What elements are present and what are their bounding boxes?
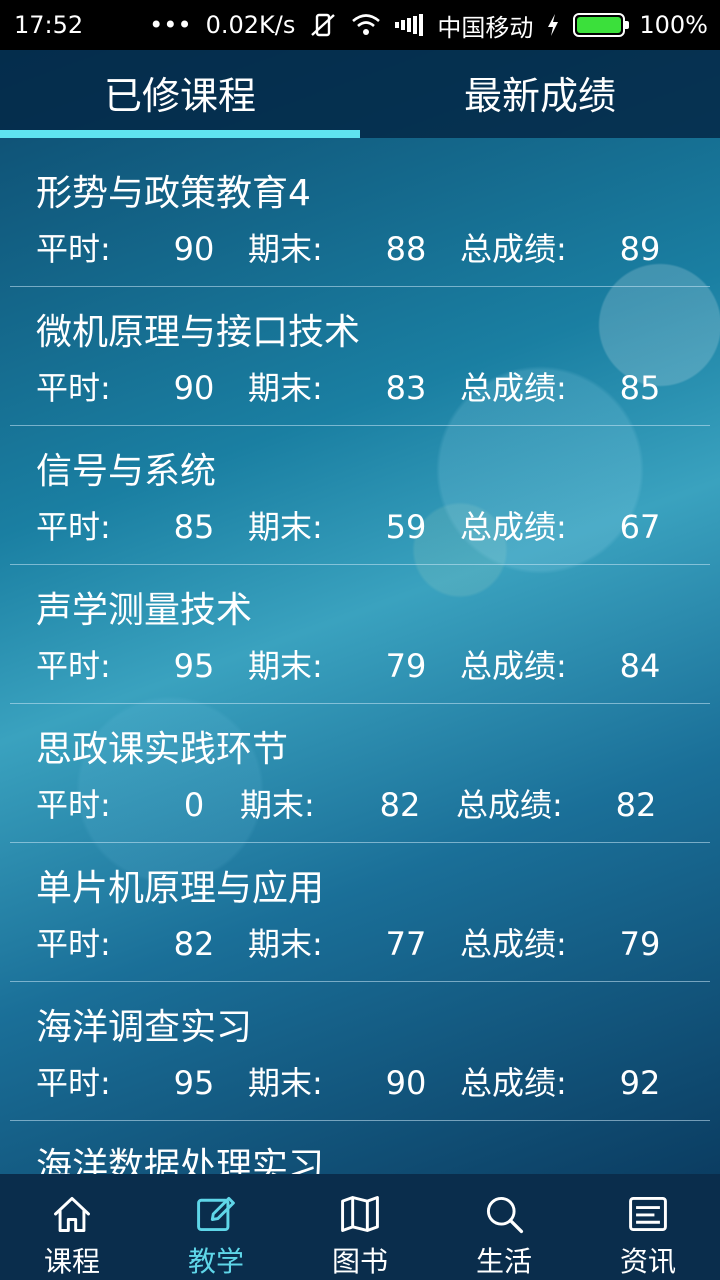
home-icon bbox=[54, 1196, 90, 1232]
usual-score-label: 平时: bbox=[36, 925, 111, 963]
usual-score-label: 平时: bbox=[36, 508, 111, 546]
total-score-value: 84 bbox=[619, 647, 661, 685]
usual-score-label: 平时: bbox=[36, 369, 111, 407]
course-name: 海洋数据处理实习 bbox=[36, 1146, 325, 1174]
total-score-value: 79 bbox=[619, 925, 661, 963]
final-score-label: 期末: bbox=[248, 369, 323, 407]
score-row: 平时: 0 期末: 82 总成绩: 82 bbox=[36, 782, 684, 828]
usual-score-label: 平时: bbox=[36, 647, 111, 685]
usual-score-label: 平时: bbox=[36, 230, 111, 268]
course-name: 形势与政策教育4 bbox=[36, 173, 311, 214]
usual-score-label: 平时: bbox=[36, 786, 111, 824]
nav-label: 资讯 bbox=[619, 1245, 676, 1278]
usual-score-label: 平时: bbox=[36, 1064, 111, 1102]
final-score-value: 79 bbox=[385, 647, 427, 685]
cellular-signal-icon bbox=[395, 14, 424, 36]
final-score-label: 期末: bbox=[248, 508, 323, 546]
course-name: 单片机原理与应用 bbox=[36, 868, 325, 909]
final-score-value: 88 bbox=[385, 230, 427, 268]
usual-score-value: 95 bbox=[173, 647, 215, 685]
final-score-value: 83 bbox=[385, 369, 427, 407]
nav-label: 课程 bbox=[43, 1245, 100, 1278]
total-score-label: 总成绩: bbox=[456, 786, 563, 824]
status-indicators: ••• 0.02K/s 中国移动 100% bbox=[149, 8, 708, 43]
nav-life[interactable]: 生活 bbox=[432, 1174, 576, 1280]
nav-library[interactable]: 图书 bbox=[288, 1174, 432, 1280]
news-icon bbox=[629, 1196, 667, 1232]
score-row: 平时: 90 期末: 88 总成绩: 89 bbox=[36, 226, 684, 272]
course-list[interactable]: 形势与政策教育4 平时: 90 期末: 88 总成绩: 89 微机原理与接口技术… bbox=[0, 148, 720, 1174]
score-row: 平时: 95 期末: 90 总成绩: 92 bbox=[36, 1060, 684, 1106]
nav-courses[interactable]: 课程 bbox=[0, 1174, 144, 1280]
nav-news[interactable]: 资讯 bbox=[576, 1174, 720, 1280]
total-score-label: 总成绩: bbox=[460, 1064, 567, 1102]
nav-label: 教学 bbox=[187, 1245, 244, 1278]
status-bar: 17:52 ••• 0.02K/s 中国移动 100% bbox=[0, 0, 720, 50]
course-name: 思政课实践环节 bbox=[36, 729, 289, 770]
final-score-label: 期末: bbox=[248, 647, 323, 685]
usual-score-value: 82 bbox=[173, 925, 215, 963]
tab-completed-courses[interactable]: 已修课程 bbox=[0, 50, 360, 138]
usual-score-value: 0 bbox=[183, 786, 205, 824]
total-score-value: 92 bbox=[619, 1064, 661, 1102]
list-item[interactable]: 海洋调查实习 平时: 95 期末: 90 总成绩: 92 bbox=[10, 982, 710, 1121]
notification-dots: ••• bbox=[149, 11, 192, 39]
edit-icon bbox=[197, 1196, 235, 1232]
nav-teaching[interactable]: 教学 bbox=[144, 1174, 288, 1280]
carrier-name: 中国移动 bbox=[437, 13, 534, 42]
final-score-label: 期末: bbox=[240, 786, 315, 824]
wifi-icon bbox=[351, 13, 381, 37]
battery-percent: 100% bbox=[639, 11, 708, 39]
course-name: 海洋调查实习 bbox=[36, 1007, 253, 1048]
course-name: 声学测量技术 bbox=[36, 590, 253, 631]
score-row: 平时: 90 期末: 83 总成绩: 85 bbox=[36, 365, 684, 411]
list-item[interactable]: 思政课实践环节 平时: 0 期末: 82 总成绩: 82 bbox=[10, 704, 710, 843]
list-item[interactable]: 微机原理与接口技术 平时: 90 期末: 83 总成绩: 85 bbox=[10, 287, 710, 426]
nav-label: 生活 bbox=[475, 1245, 532, 1278]
total-score-value: 89 bbox=[619, 230, 661, 268]
score-row: 平时: 82 期末: 77 总成绩: 79 bbox=[36, 921, 684, 967]
tab-bar: 已修课程 最新成绩 bbox=[0, 50, 720, 138]
charging-icon bbox=[547, 14, 559, 36]
network-speed: 0.02K/s bbox=[205, 11, 296, 39]
total-score-label: 总成绩: bbox=[460, 925, 567, 963]
usual-score-value: 90 bbox=[173, 230, 215, 268]
course-name: 信号与系统 bbox=[36, 451, 217, 492]
nav-label: 图书 bbox=[331, 1245, 388, 1278]
tab-latest-grades[interactable]: 最新成绩 bbox=[360, 50, 720, 138]
usual-score-value: 95 bbox=[173, 1064, 215, 1102]
total-score-value: 67 bbox=[619, 508, 661, 546]
score-row: 平时: 85 期末: 59 总成绩: 67 bbox=[36, 504, 684, 550]
score-row: 平时: 95 期末: 79 总成绩: 84 bbox=[36, 643, 684, 689]
total-score-label: 总成绩: bbox=[460, 369, 567, 407]
final-score-value: 82 bbox=[379, 786, 421, 824]
status-time: 17:52 bbox=[14, 11, 84, 39]
course-name: 微机原理与接口技术 bbox=[36, 312, 361, 353]
list-item[interactable]: 信号与系统 平时: 85 期末: 59 总成绩: 67 bbox=[10, 426, 710, 565]
final-score-label: 期末: bbox=[248, 230, 323, 268]
total-score-value: 82 bbox=[615, 786, 657, 824]
total-score-label: 总成绩: bbox=[460, 230, 567, 268]
final-score-label: 期末: bbox=[248, 1064, 323, 1102]
total-score-label: 总成绩: bbox=[460, 508, 567, 546]
usual-score-value: 85 bbox=[173, 508, 215, 546]
list-item[interactable]: 单片机原理与应用 平时: 82 期末: 77 总成绩: 79 bbox=[10, 843, 710, 982]
final-score-value: 90 bbox=[385, 1064, 427, 1102]
battery-icon bbox=[573, 13, 630, 37]
search-icon bbox=[486, 1196, 524, 1234]
list-item[interactable]: 形势与政策教育4 平时: 90 期末: 88 总成绩: 89 bbox=[10, 148, 710, 287]
final-score-value: 59 bbox=[385, 508, 427, 546]
total-score-value: 85 bbox=[619, 369, 661, 407]
list-item[interactable]: 声学测量技术 平时: 95 期末: 79 总成绩: 84 bbox=[10, 565, 710, 704]
vibrate-off-icon bbox=[309, 12, 337, 38]
final-score-label: 期末: bbox=[248, 925, 323, 963]
total-score-label: 总成绩: bbox=[460, 647, 567, 685]
bottom-navigation: 课程 教学 图书 生活 资讯 bbox=[0, 1174, 720, 1280]
map-book-icon bbox=[341, 1196, 379, 1232]
list-item[interactable]: 海洋数据处理实习 bbox=[10, 1121, 710, 1174]
final-score-value: 77 bbox=[385, 925, 427, 963]
usual-score-value: 90 bbox=[173, 369, 215, 407]
